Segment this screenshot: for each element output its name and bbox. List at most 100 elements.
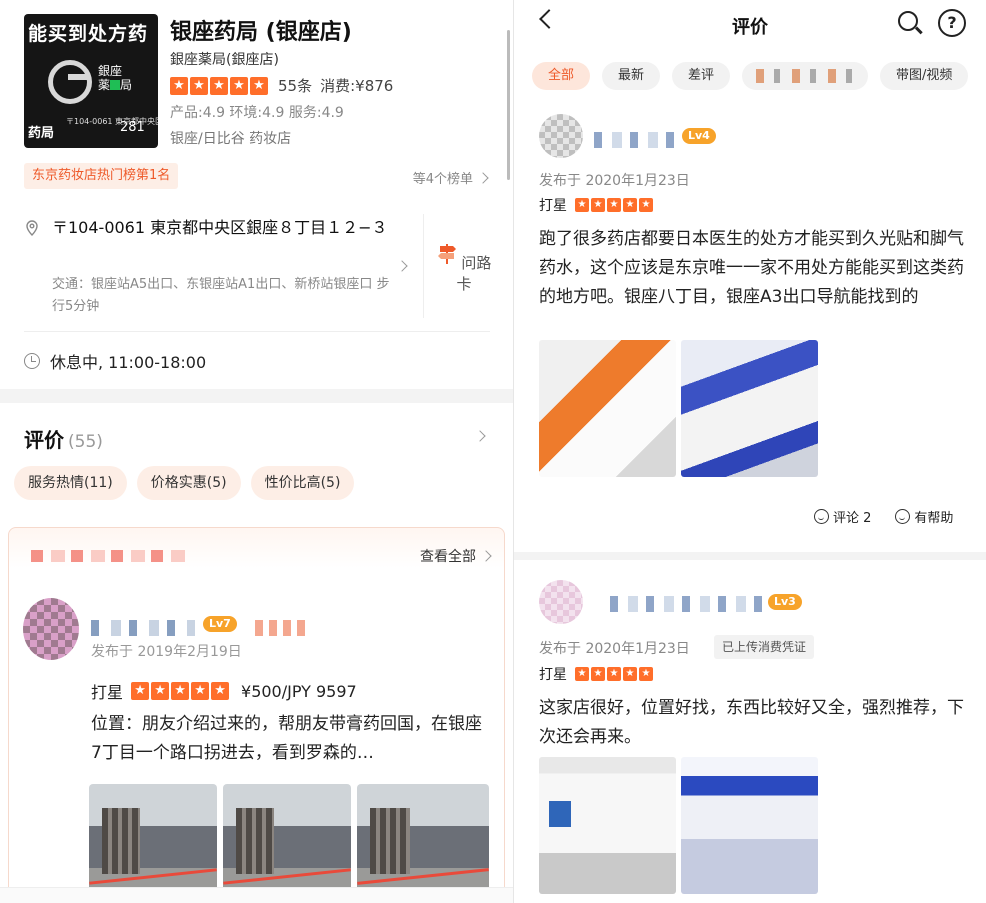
section-gap <box>0 389 513 403</box>
review-price: ¥500/JPY 9597 <box>241 681 357 701</box>
consume-price: 消费:¥876 <box>320 77 394 95</box>
star-icon: ★ <box>639 198 653 212</box>
star-icon: ★ <box>210 76 228 95</box>
review-photo[interactable] <box>539 340 676 477</box>
review-tag[interactable]: 价格实惠(5) <box>136 466 241 500</box>
filter-photo-video[interactable]: 带图/视频 <box>880 62 969 90</box>
review-text[interactable]: 跑了很多药店都要日本医生的处方才能买到久光贴和脚气药水，这个应该是东京唯一一家不… <box>539 225 969 312</box>
comment-button[interactable]: 评论 2 <box>814 507 871 526</box>
star-rating: ★ ★ ★ ★ ★ <box>575 667 653 681</box>
username-blurred <box>255 620 307 636</box>
voucher-badge: 已上传消费凭证 <box>714 635 815 659</box>
hours-text: 休息中, 11:00-18:00 <box>50 353 207 372</box>
posted-date: 发布于 2020年1月23日 <box>539 641 690 657</box>
star-icon: ★ <box>131 682 150 700</box>
featured-review-card[interactable]: 查看全部 Lv7 发布于 2019年2月19日 打星 ★ ★ ★ ★ ★ ¥500/JP… <box>8 527 505 903</box>
star-icon: ★ <box>575 667 589 681</box>
reviews-count: (55) <box>68 432 103 452</box>
help-icon[interactable]: ? <box>938 9 966 37</box>
nav-bar: 评价 ? <box>514 0 986 50</box>
view-all-link[interactable]: 查看全部 <box>420 546 492 566</box>
star-icon: ★ <box>230 76 248 95</box>
chevron-right-icon[interactable] <box>474 430 486 442</box>
rank-badge[interactable]: 东京药妆店热门榜第1名 <box>24 163 179 189</box>
smile-icon <box>895 509 911 524</box>
filter-negative[interactable]: 差评 <box>672 62 731 90</box>
star-rating: ★ ★ ★ ★ ★ <box>575 198 653 212</box>
filter-blurred[interactable] <box>742 62 869 90</box>
avatar[interactable] <box>539 580 583 624</box>
review-photo[interactable] <box>223 784 351 902</box>
rating-row: 打星 ★ ★ ★ ★ ★ <box>539 664 653 684</box>
search-icon[interactable] <box>898 11 918 31</box>
divider <box>24 331 490 332</box>
posted-date: 发布于 2020年1月23日 <box>539 173 690 189</box>
address-block[interactable]: 〒104-0061 東京都中央区銀座８丁目１２−３ 交通：银座站A5出口、东银座… <box>24 214 424 324</box>
username-blurred[interactable] <box>91 620 195 636</box>
rating-label: 打星 <box>539 667 567 683</box>
review-text[interactable]: 这家店很好，位置好找，东西比较好又全，强烈推荐，下次还会再来。 <box>539 694 969 752</box>
logo-g-mark <box>48 60 92 104</box>
posted-date: 发布于 2019年2月19日 <box>91 644 242 660</box>
location-pin-icon <box>26 220 38 236</box>
level-badge: Lv3 <box>768 594 802 610</box>
comment-label: 评论 2 <box>833 511 872 526</box>
review-actions: 评论 2 有帮助 <box>814 507 953 526</box>
chevron-right-icon <box>396 260 408 272</box>
logo-top-text: 能买到处方药 <box>28 23 149 45</box>
star-icon: ★ <box>607 198 621 212</box>
review-text[interactable]: 位置：朋友介绍过来的，帮朋友带膏药回国，在银座7丁目一个路口拐进去，看到罗森的… <box>91 710 491 768</box>
divider <box>423 214 424 318</box>
review-photo[interactable] <box>681 340 818 477</box>
review-photo[interactable] <box>681 757 818 894</box>
route-card-label: 问路卡 <box>456 254 492 293</box>
avatar[interactable] <box>23 598 79 660</box>
rating-label: 打星 <box>91 683 124 702</box>
helpful-label: 有帮助 <box>914 511 954 526</box>
star-icon: ★ <box>575 198 589 212</box>
shop-detail-panel: 能买到处方药 銀座 薬局 药局 〒104-0061 東京都中央区 281 银座药… <box>0 0 513 903</box>
review-photo[interactable] <box>89 784 217 902</box>
logo-bottom-text: 药局 <box>28 126 55 141</box>
logo-number: 281 <box>120 120 145 135</box>
star-icon: ★ <box>639 667 653 681</box>
star-icon: ★ <box>623 667 637 681</box>
logo-name-line2: 薬 <box>98 78 111 92</box>
logo-name-line3: 局 <box>120 78 133 92</box>
filter-all[interactable]: 全部 <box>532 62 591 90</box>
rating-row: 打星 ★ ★ ★ ★ ★ <box>539 195 653 215</box>
star-icon: ★ <box>211 682 230 700</box>
review-photo[interactable] <box>357 784 489 902</box>
star-icon: ★ <box>607 667 621 681</box>
star-icon: ★ <box>191 682 210 700</box>
reviews-header[interactable]: 评价 (55) <box>24 424 103 453</box>
star-icon: ★ <box>250 76 268 95</box>
username-blurred[interactable] <box>610 596 768 612</box>
business-hours: 休息中, 11:00-18:00 <box>24 349 206 373</box>
review-tag[interactable]: 服务热情(11) <box>14 466 127 500</box>
signpost-icon <box>437 244 456 264</box>
level-badge: Lv4 <box>682 128 716 144</box>
rank-more-label: 等4个榜单 <box>412 172 473 187</box>
level-badge: Lv7 <box>203 616 237 632</box>
filter-latest[interactable]: 最新 <box>602 62 661 90</box>
star-icon: ★ <box>171 682 190 700</box>
username-blurred[interactable] <box>594 132 676 148</box>
route-card-button[interactable]: 问路卡 <box>436 242 492 294</box>
scrollbar[interactable] <box>507 30 510 180</box>
helpful-button[interactable]: 有帮助 <box>895 507 953 526</box>
star-icon: ★ <box>591 667 605 681</box>
clock-icon <box>24 353 40 369</box>
view-all-label: 查看全部 <box>420 549 476 565</box>
filter-chips: 全部 最新 差评 带图/视频 <box>532 62 969 90</box>
blurred-header <box>31 550 191 562</box>
reviews-title: 评价 <box>24 428 64 452</box>
avatar[interactable] <box>539 114 583 158</box>
rank-more-link[interactable]: 等4个榜单 <box>412 168 489 187</box>
review-count: 55条 <box>278 77 313 95</box>
review-tag[interactable]: 性价比高(5) <box>250 466 355 500</box>
shop-logo[interactable]: 能买到处方药 銀座 薬局 药局 〒104-0061 東京都中央区 281 <box>24 14 158 148</box>
review-tags: 服务热情(11) 价格实惠(5) 性价比高(5) <box>14 466 355 500</box>
logo-name-line1: 銀座 <box>98 64 123 78</box>
review-photo[interactable] <box>539 757 676 894</box>
